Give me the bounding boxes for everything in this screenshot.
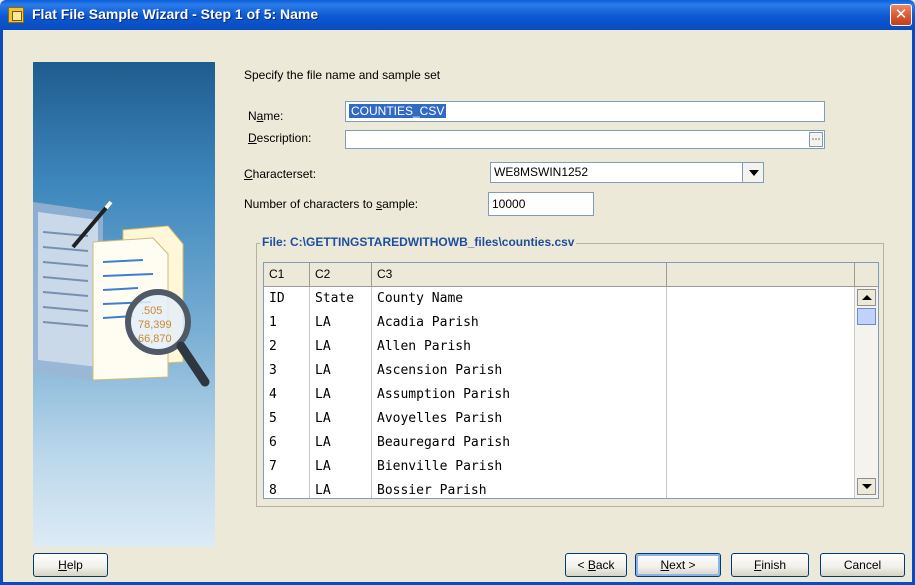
table-body: ID State County Name 1 LA Acadia Parish 2 LA A…	[264, 287, 856, 498]
column-header[interactable]: C3	[372, 263, 667, 287]
table-cell: 6	[264, 431, 310, 455]
table-cell: State	[310, 287, 372, 311]
table-header: C1 C2 C3	[264, 263, 864, 287]
table-row[interactable]: 1 LA Acadia Parish	[264, 311, 856, 335]
sample-chars-label: Number of characters to sample:	[244, 197, 419, 211]
table-row[interactable]: 6 LA Beauregard Parish	[264, 431, 856, 455]
cancel-button[interactable]: Cancel	[820, 553, 905, 577]
table-cell: 1	[264, 311, 310, 335]
table-cell: Ascension Parish	[372, 359, 667, 383]
table-row[interactable]: 4 LA Assumption Parish	[264, 383, 856, 407]
table-row[interactable]: ID State County Name	[264, 287, 856, 311]
table-cell: ID	[264, 287, 310, 311]
help-button[interactable]: Help	[33, 553, 108, 577]
table-cell: 8	[264, 479, 310, 498]
close-button[interactable]: ✕	[890, 4, 912, 26]
table-cell: Allen Parish	[372, 335, 667, 359]
table-cell: 3	[264, 359, 310, 383]
table-cell	[667, 479, 856, 498]
table-cell	[667, 359, 856, 383]
table-cell	[667, 383, 856, 407]
column-header[interactable]: C2	[310, 263, 372, 287]
table-cell	[667, 407, 856, 431]
table-cell: Assumption Parish	[372, 383, 667, 407]
table-row[interactable]: 5 LA Avoyelles Parish	[264, 407, 856, 431]
table-cell	[667, 287, 856, 311]
characterset-label: Characterset:	[244, 167, 317, 181]
scroll-up-icon[interactable]	[857, 289, 876, 306]
intro-text: Specify the file name and sample set	[244, 68, 441, 82]
column-header[interactable]: C1	[264, 263, 310, 287]
table-cell: County Name	[372, 287, 667, 311]
table-cell: LA	[310, 359, 372, 383]
table-cell	[667, 431, 856, 455]
scroll-down-icon[interactable]	[857, 478, 876, 495]
finish-button[interactable]: Finish	[731, 553, 809, 577]
table-cell: LA	[310, 479, 372, 498]
table-cell	[667, 311, 856, 335]
sample-chars-value: 10000	[492, 197, 526, 211]
characterset-select[interactable]: WE8MSWIN1252	[490, 162, 744, 183]
table-cell: LA	[310, 383, 372, 407]
scroll-thumb[interactable]	[857, 308, 876, 325]
table-cell: 2	[264, 335, 310, 359]
column-header[interactable]	[667, 263, 856, 287]
vertical-scrollbar[interactable]	[854, 263, 878, 498]
table-row[interactable]: 8 LA Bossier Parish	[264, 479, 856, 498]
table-cell: 5	[264, 407, 310, 431]
table-row[interactable]: 2 LA Allen Parish	[264, 335, 856, 359]
title-bar[interactable]: Flat File Sample Wizard - Step 1 of 5: N…	[0, 0, 915, 30]
window-title: Flat File Sample Wizard - Step 1 of 5: N…	[32, 6, 319, 22]
table-cell: Avoyelles Parish	[372, 407, 667, 431]
table-cell: LA	[310, 455, 372, 479]
spinner-icon[interactable]: ⋯	[809, 132, 823, 147]
name-field[interactable]: COUNTIES_CSV	[345, 101, 825, 122]
table-cell: Acadia Parish	[372, 311, 667, 335]
svg-text:78,399: 78,399	[138, 319, 172, 331]
table-row[interactable]: 3 LA Ascension Parish	[264, 359, 856, 383]
table-cell: Beauregard Parish	[372, 431, 667, 455]
svg-text:66,870: 66,870	[138, 333, 172, 345]
table-cell	[667, 455, 856, 479]
table-cell: Bossier Parish	[372, 479, 667, 498]
table-cell: LA	[310, 431, 372, 455]
sample-table[interactable]: C1 C2 C3 ID State County Name 1 LA Acadia Pa…	[263, 262, 879, 499]
table-cell: LA	[310, 311, 372, 335]
table-cell: LA	[310, 335, 372, 359]
table-row[interactable]: 7 LA Bienville Parish	[264, 455, 856, 479]
back-button[interactable]: < Back	[565, 553, 627, 577]
description-field[interactable]: ⋯	[345, 130, 825, 149]
name-field-value: COUNTIES_CSV	[349, 104, 447, 118]
wizard-illustration-icon: .505 78,399 66,870	[33, 200, 210, 387]
description-label: Description:	[248, 131, 312, 145]
table-cell: 7	[264, 455, 310, 479]
name-label: Name:	[248, 109, 284, 123]
dropdown-arrow-icon[interactable]	[742, 162, 764, 183]
svg-text:.505: .505	[141, 305, 162, 317]
table-cell: LA	[310, 407, 372, 431]
table-cell: 4	[264, 383, 310, 407]
sample-chars-field[interactable]: 10000	[488, 192, 594, 216]
file-group-title: File: C:\GETTINGSTAREDWITHOWB_files\coun…	[260, 235, 577, 249]
next-button[interactable]: Next >	[635, 553, 721, 577]
table-cell: Bienville Parish	[372, 455, 667, 479]
close-icon: ✕	[894, 6, 908, 23]
table-cell	[667, 335, 856, 359]
characterset-value: WE8MSWIN1252	[494, 165, 589, 179]
wizard-illustration: .505 78,399 66,870	[33, 62, 215, 547]
scroll-corner	[854, 263, 878, 287]
app-icon	[8, 7, 24, 23]
